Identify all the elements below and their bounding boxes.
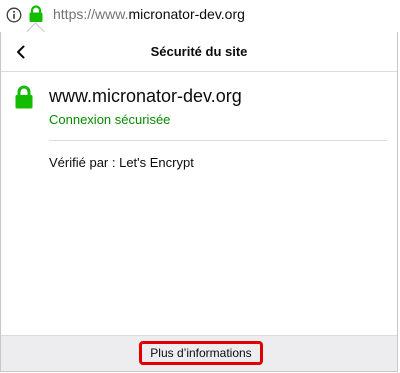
url-scheme: https://www. [53, 6, 129, 22]
panel-header: Sécurité du site [1, 32, 397, 72]
site-security-panel: Sécurité du site www.micronator-dev.org … [0, 22, 398, 372]
url-bar[interactable]: https://www.micronator-dev.org [0, 0, 400, 32]
info-icon[interactable] [6, 7, 22, 23]
site-host: www.micronator-dev.org [49, 86, 242, 106]
divider [49, 140, 387, 141]
site-lock-icon [14, 84, 34, 110]
url-host: micronator-dev.org [128, 6, 245, 22]
connection-status: Connexion sécurisée [49, 112, 171, 127]
certificate-verifier: Vérifié par : Let's Encrypt [49, 155, 194, 170]
panel-footer: Plus d’informations [1, 335, 397, 371]
panel-title: Sécurité du site [150, 44, 248, 59]
more-information-button[interactable]: Plus d’informations [139, 341, 263, 365]
lock-icon[interactable] [28, 5, 44, 23]
url-text[interactable]: https://www.micronator-dev.org [53, 6, 245, 22]
